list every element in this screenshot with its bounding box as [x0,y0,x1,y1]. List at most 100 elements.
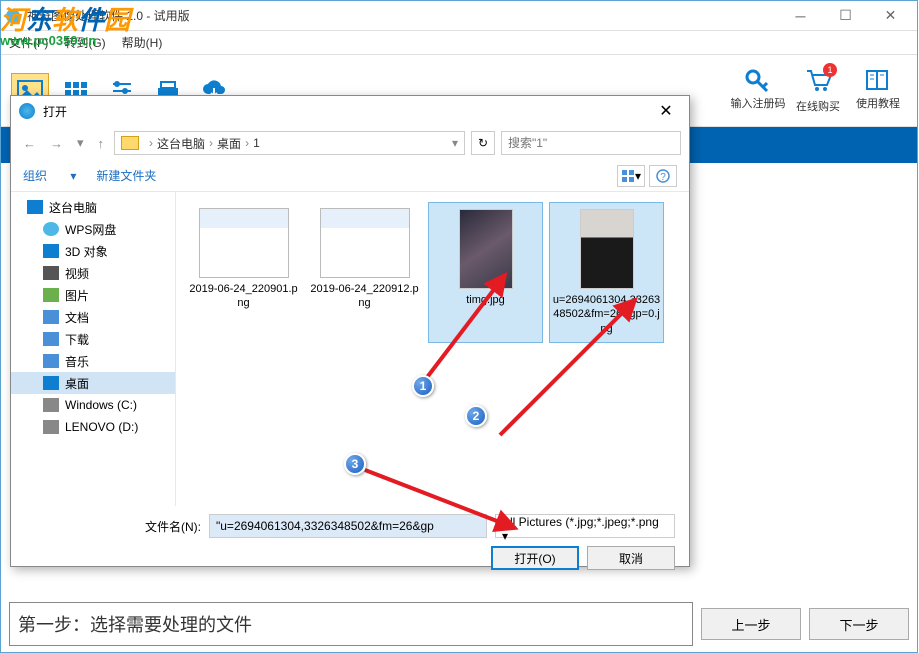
sidebar-item[interactable]: 图片 [11,284,175,306]
dialog-titlebar: 打开 ✕ [11,96,689,126]
app-icon [5,8,21,24]
sidebar-item-label: 视频 [65,265,89,282]
sidebar-item-label: 3D 对象 [65,243,108,260]
sidebar-item[interactable]: Windows (C:) [11,394,175,416]
file-item[interactable]: 2019-06-24_220901.png [186,202,301,343]
menu-file[interactable]: 文件(F) [9,34,48,51]
buy-label: 在线购买 [796,98,840,114]
next-button[interactable]: 下一步 [809,608,909,640]
nav-history-button[interactable]: ▾ [73,135,88,151]
filename-input[interactable] [209,514,487,538]
regcode-button[interactable]: 输入注册码 [729,67,787,114]
sb-pc-icon [27,200,43,214]
app-title: 神奇图像处理软件 2.0 - 试用版 [27,7,778,24]
organize-button[interactable]: 组织 ▾ [23,167,76,184]
sb-disk-icon [43,420,59,434]
cancel-button[interactable]: 取消 [587,546,675,570]
breadcrumb-root[interactable]: 这台电脑 [157,135,205,152]
breadcrumb-folder2[interactable]: 1 [253,136,260,150]
sidebar-item-label: 音乐 [65,353,89,370]
sidebar-item-label: 桌面 [65,375,89,392]
search-input[interactable] [501,131,681,155]
breadcrumb[interactable]: › 这台电脑 › 桌面 › 1 ▾ [114,131,465,155]
key-icon [743,67,773,93]
sidebar-item[interactable]: 桌面 [11,372,175,394]
file-thumbnail [459,209,513,289]
file-thumbnail [199,208,289,278]
sidebar-item-label: Windows (C:) [65,398,137,412]
file-name: 2019-06-24_220901.png [188,282,299,311]
sb-disk-icon [43,398,59,412]
help-icon: ? [656,169,670,183]
app-titlebar: 神奇图像处理软件 2.0 - 试用版 ─ ☐ ✕ [1,1,917,31]
buy-button[interactable]: 在线购买 [789,67,847,114]
sb-music-icon [43,354,59,368]
sb-doc-icon [43,310,59,324]
sidebar-item-label: 文档 [65,309,89,326]
cart-icon [803,67,833,96]
svg-text:?: ? [660,172,666,183]
file-name: u=2694061304,3326348502&fm=26&gp=0.jpg [552,293,661,336]
sb-3d-icon [43,244,59,258]
file-name: 2019-06-24_220912.png [309,282,420,311]
sidebar-item[interactable]: 文档 [11,306,175,328]
book-icon [863,67,893,93]
menu-goto[interactable]: 转到(G) [64,34,105,51]
bottom-bar: 第一步：选择需要处理的文件 上一步 下一步 [9,604,909,644]
maximize-button[interactable]: ☐ [823,1,868,31]
dialog-footer: 文件名(N): All Pictures (*.jpg;*.jpeg;*.png… [11,506,689,566]
file-open-dialog: 打开 ✕ ← → ▾ ↑ › 这台电脑 › 桌面 › 1 ▾ ↻ 组织 ▾ 新建… [10,95,690,567]
sb-cloud-icon [43,222,59,236]
file-item[interactable]: timg.jpg [428,202,543,343]
nav-up-button[interactable]: ↑ [94,136,109,151]
thumbnails-icon [621,169,635,183]
open-button[interactable]: 打开(O) [491,546,579,570]
sidebar-item[interactable]: 下载 [11,328,175,350]
tutorial-label: 使用教程 [856,95,900,111]
new-folder-button[interactable]: 新建文件夹 [96,167,156,184]
sidebar-item-label: 图片 [65,287,89,304]
refresh-button[interactable]: ↻ [471,131,495,155]
sidebar-item-label: WPS网盘 [65,221,116,238]
dialog-nav: ← → ▾ ↑ › 这台电脑 › 桌面 › 1 ▾ ↻ [11,126,689,160]
breadcrumb-folder1[interactable]: 桌面 [217,135,241,152]
sidebar-item[interactable]: 视频 [11,262,175,284]
dialog-file-list: 2019-06-24_220901.png 2019-06-24_220912.p… [176,192,689,506]
menu-help[interactable]: 帮助(H) [122,34,163,51]
dialog-close-button[interactable]: ✕ [651,101,681,121]
close-button[interactable]: ✕ [868,1,913,31]
file-thumbnail [580,209,634,289]
sidebar-item-label: 这台电脑 [49,199,97,216]
sidebar-item-label: 下载 [65,331,89,348]
help-button[interactable]: ? [649,165,677,187]
file-thumbnail [320,208,410,278]
dialog-sidebar: 这台电脑 WPS网盘 3D 对象视频图片文档下载音乐桌面 Windows (C:) LE… [11,192,176,506]
file-item[interactable]: 2019-06-24_220912.png [307,202,422,343]
view-mode-button[interactable]: ▾ [617,165,645,187]
sb-down-icon [43,332,59,346]
file-filter-select[interactable]: All Pictures (*.jpg;*.jpeg;*.png ▾ [495,514,675,538]
file-name: timg.jpg [466,293,505,307]
sb-pic-icon [43,288,59,302]
filename-label: 文件名(N): [145,518,201,535]
minimize-button[interactable]: ─ [778,1,823,31]
prev-button[interactable]: 上一步 [701,608,801,640]
sidebar-item[interactable]: 3D 对象 [11,240,175,262]
file-item[interactable]: u=2694061304,3326348502&fm=26&gp=0.jpg [549,202,664,343]
sidebar-item[interactable]: WPS网盘 [11,218,175,240]
dialog-toolbar: 组织 ▾ 新建文件夹 ▾ ? [11,160,689,192]
sb-video-icon [43,266,59,280]
tutorial-button[interactable]: 使用教程 [849,67,907,114]
sb-desktop-icon [43,376,59,390]
sidebar-item[interactable]: 这台电脑 [11,196,175,218]
menubar: 文件(F) 转到(G) 帮助(H) [1,31,917,55]
nav-forward-button[interactable]: → [46,136,67,151]
nav-back-button[interactable]: ← [19,136,40,151]
sidebar-item[interactable]: LENOVO (D:) [11,416,175,438]
sidebar-item-label: LENOVO (D:) [65,420,138,434]
folder-icon [121,136,139,150]
status-message: 第一步：选择需要处理的文件 [9,602,693,646]
regcode-label: 输入注册码 [731,95,786,111]
dialog-icon [19,103,35,119]
sidebar-item[interactable]: 音乐 [11,350,175,372]
